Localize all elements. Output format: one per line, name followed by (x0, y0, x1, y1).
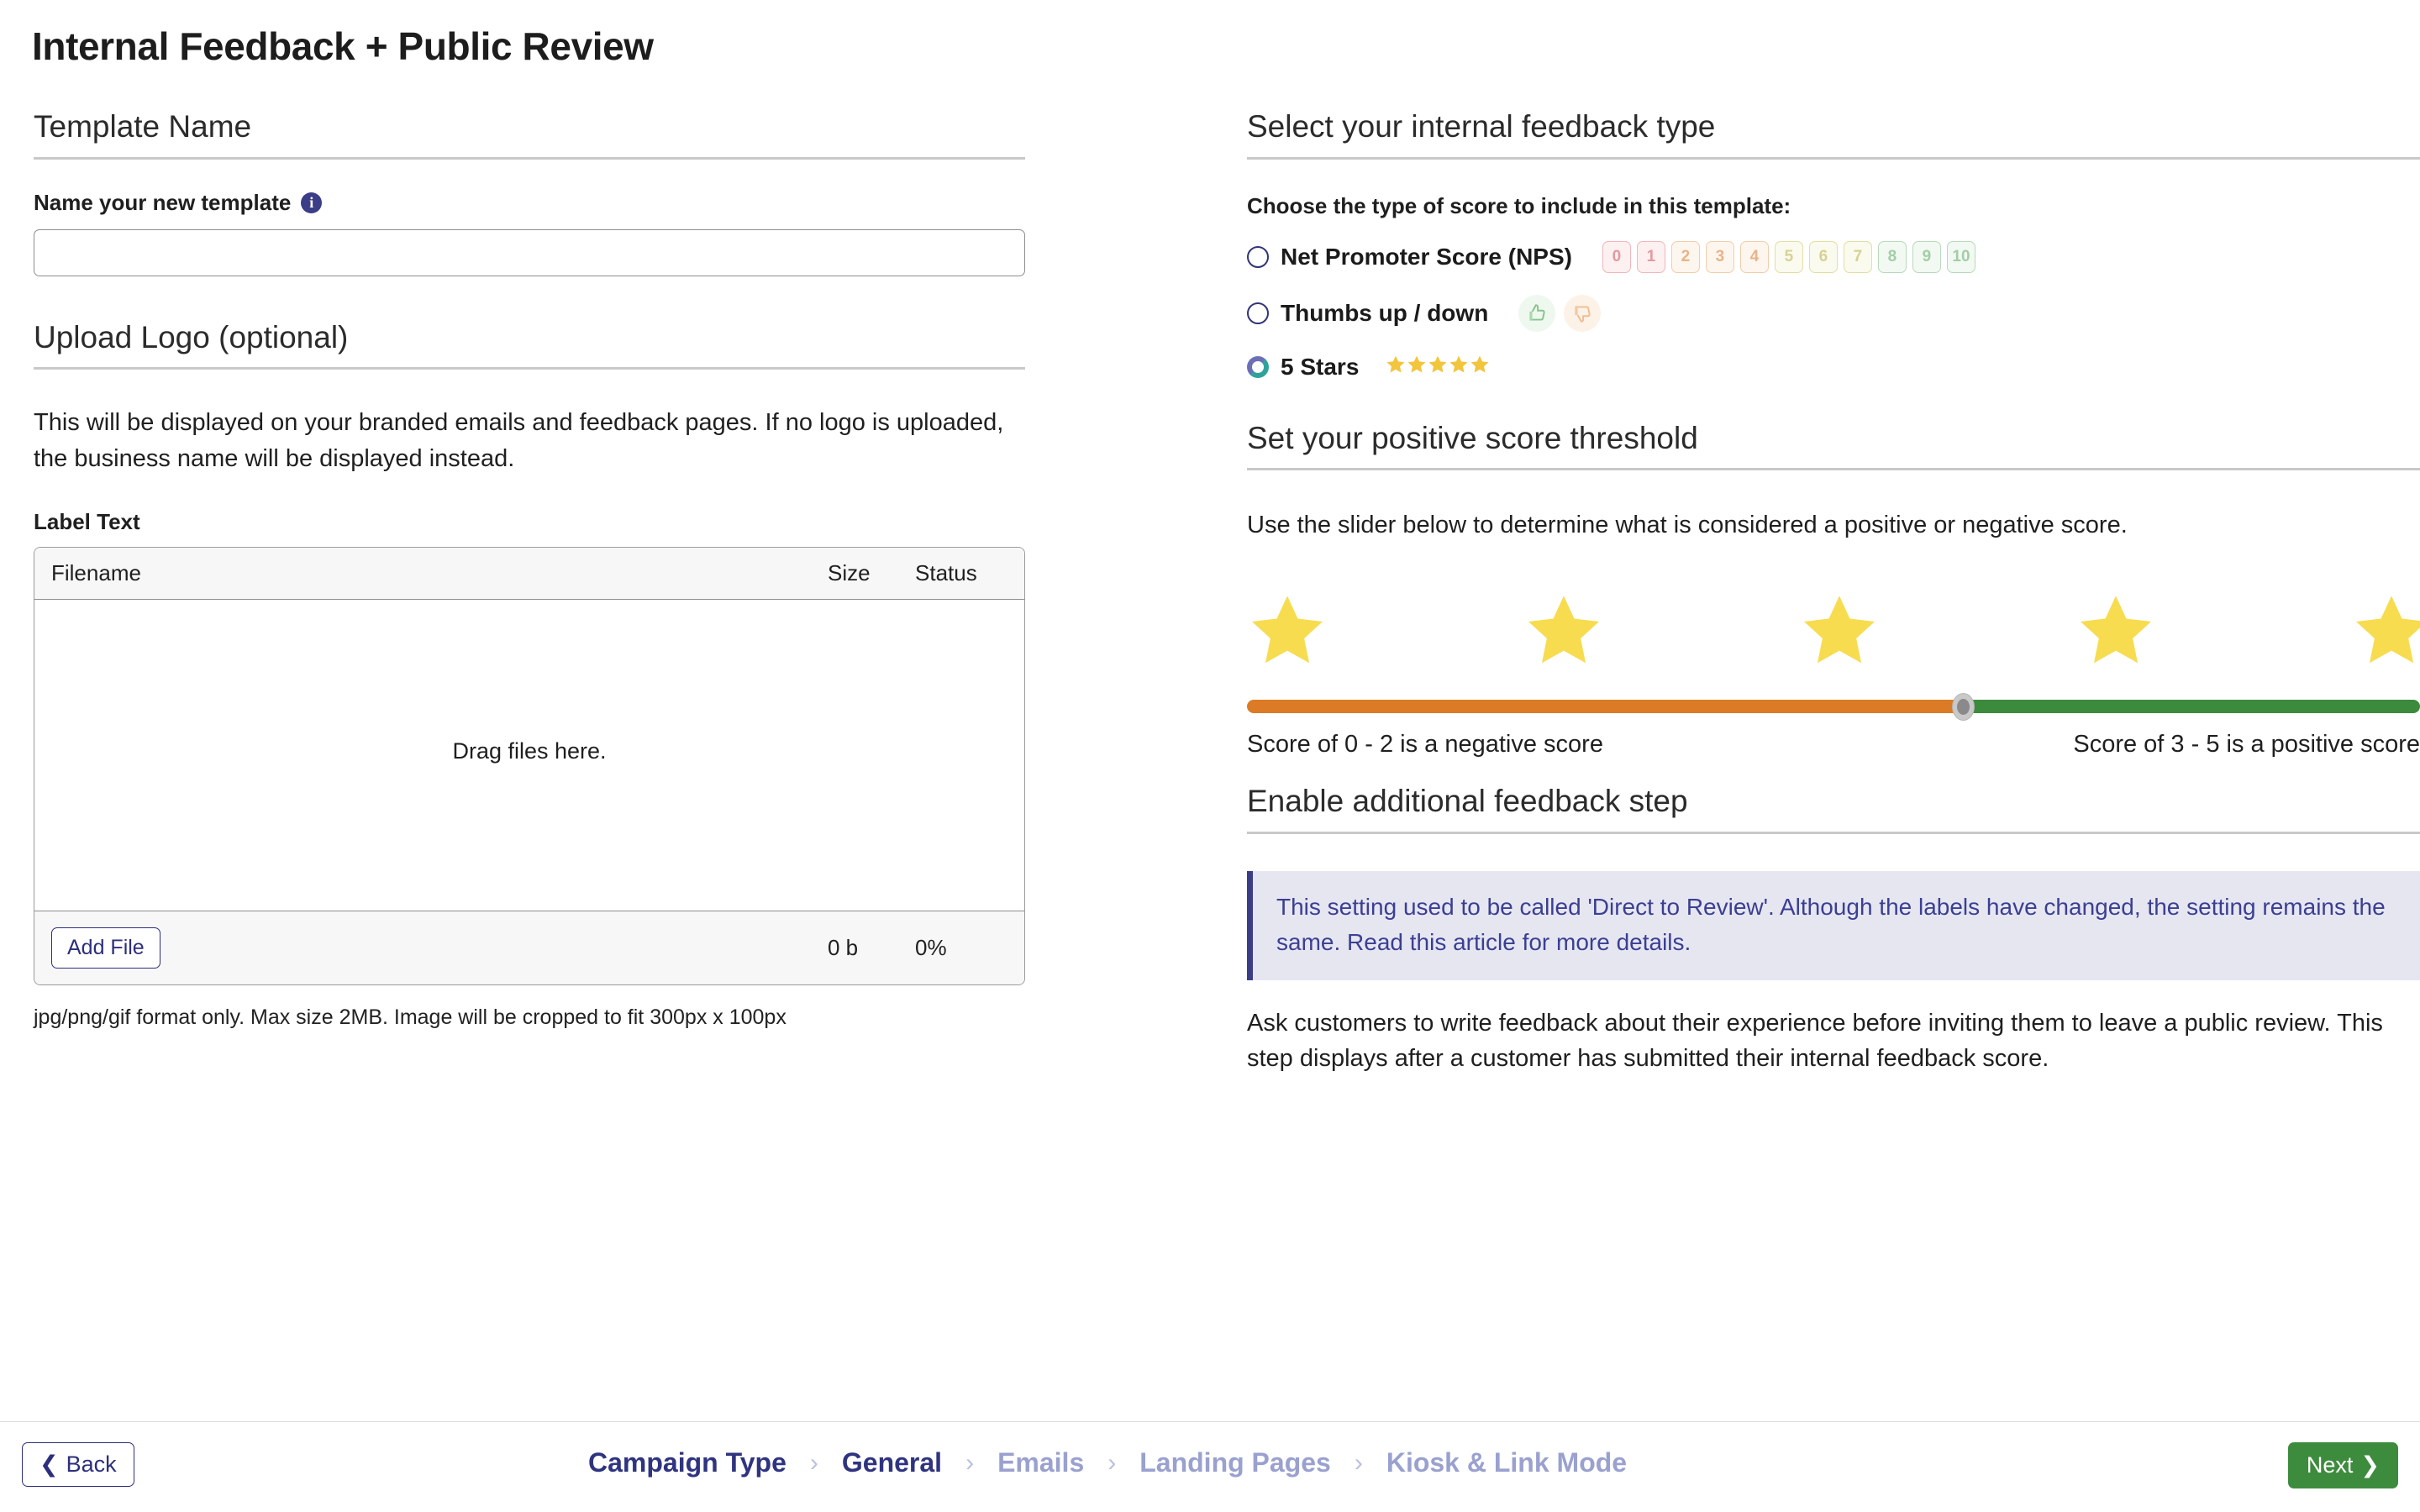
file-uploader[interactable]: Filename Size Status Drag files here. Ad… (34, 546, 1025, 985)
next-button[interactable]: Next ❯ (2287, 1442, 2398, 1488)
upload-logo-description: This will be displayed on your branded e… (34, 409, 1004, 472)
breadcrumb-item[interactable]: Emails (997, 1447, 1084, 1478)
nps-preview: 0 1 2 3 4 5 6 7 8 9 10 (1602, 240, 1975, 273)
star-icon (2075, 591, 2156, 675)
feedback-type-prompt: Choose the type of score to include in t… (1247, 193, 2420, 219)
star-icon (1386, 354, 1406, 379)
threshold-slider[interactable] (1247, 693, 2420, 721)
nps-chip: 2 (1670, 240, 1700, 273)
feedback-option-stars[interactable]: 5 Stars (1247, 354, 2420, 381)
threshold-heading: Set your positive score threshold (1247, 421, 2420, 471)
column-header-size: Size (828, 559, 871, 585)
star-icon (1799, 591, 1880, 675)
upload-logo-heading: Upload Logo (optional) (34, 320, 1025, 370)
uploader-total-size: 0 b (828, 934, 859, 960)
uploader-footer: Add File 0 b 0% (34, 910, 1024, 984)
radio-nps[interactable] (1247, 245, 1269, 268)
template-name-label-text: Name your new template (34, 189, 292, 215)
info-callout: This setting used to be called 'Direct t… (1247, 870, 2420, 980)
file-drop-zone[interactable]: Drag files here. (34, 599, 1024, 911)
uploader-total-progress: 0% (915, 934, 947, 960)
add-file-button[interactable]: Add File (51, 927, 160, 969)
chevron-left-icon: ❮ (39, 1452, 59, 1477)
thumbs-up-icon (1518, 294, 1556, 332)
label-text-label: Label Text (34, 509, 1025, 535)
breadcrumb-item[interactable]: General (842, 1447, 942, 1478)
back-button[interactable]: ❮ Back (22, 1442, 134, 1487)
breadcrumb-separator: › (809, 1448, 818, 1477)
nps-chip: 6 (1808, 240, 1838, 273)
column-header-filename: Filename (51, 559, 141, 585)
drop-zone-hint: Drag files here. (452, 738, 607, 764)
slider-handle[interactable] (1951, 693, 1975, 721)
breadcrumb: Campaign Type › General › Emails › Landing Pag… (588, 1447, 1627, 1478)
template-name-heading: Template Name (34, 109, 1025, 160)
label-text-label-text: Label Text (34, 508, 140, 534)
slider-negative-fill (1247, 700, 1963, 713)
feedback-option-stars-label: 5 Stars (1281, 353, 1360, 380)
info-icon[interactable]: i (301, 192, 323, 213)
nps-chip: 3 (1705, 240, 1734, 273)
breadcrumb-item[interactable]: Landing Pages (1139, 1447, 1331, 1478)
breadcrumb-separator: › (1354, 1448, 1363, 1477)
nps-chip: 4 (1739, 240, 1769, 273)
threshold-description: Use the slider below to determine what i… (1247, 512, 2128, 539)
star-icon (1470, 354, 1490, 379)
star-icon (1247, 591, 1328, 675)
slider-track[interactable] (1247, 700, 2420, 713)
slider-positive-fill (1962, 700, 2420, 713)
breadcrumb-item[interactable]: Kiosk & Link Mode (1386, 1447, 1627, 1478)
feedback-option-thumbs[interactable]: Thumbs up / down (1247, 294, 2420, 332)
feedback-type-heading: Select your internal feedback type (1247, 109, 2420, 160)
slider-negative-label: Score of 0 - 2 is a negative score (1247, 731, 1603, 758)
left-column: Template Name Name your new template i U… (34, 109, 1025, 1030)
star-icon (1449, 354, 1469, 379)
page-title: Internal Feedback + Public Review (32, 24, 654, 68)
threshold-star-scale (1247, 591, 2420, 675)
nps-chip: 10 (1946, 240, 1975, 273)
format-note: jpg/png/gif format only. Max size 2MB. I… (34, 1005, 786, 1029)
feedback-type-prompt-text: Choose the type of score to include in t… (1247, 192, 1791, 218)
nps-chip: 7 (1843, 240, 1872, 273)
star-icon (1428, 354, 1448, 379)
thumbs-down-icon (1564, 294, 1602, 332)
uploader-header: Filename Size Status (34, 547, 1024, 600)
chevron-right-icon: ❯ (2360, 1452, 2380, 1478)
nps-chip: 5 (1774, 240, 1803, 273)
right-column: Select your internal feedback type Choos… (1247, 109, 2420, 1077)
thumbs-preview (1518, 294, 1602, 332)
star-icon (1523, 591, 1604, 675)
star-icon (2351, 591, 2420, 675)
radio-five-stars[interactable] (1247, 355, 1269, 378)
additional-step-heading: Enable additional feedback step (1247, 784, 2420, 834)
slider-positive-label: Score of 3 - 5 is a positive score (2073, 731, 2420, 758)
radio-thumbs[interactable] (1247, 302, 1269, 324)
feedback-option-nps-label: Net Promoter Score (NPS) (1281, 243, 1572, 270)
column-header-status: Status (915, 559, 977, 585)
back-button-label: Back (66, 1452, 117, 1477)
breadcrumb-separator: › (1107, 1448, 1117, 1477)
mini-stars-preview (1386, 354, 1490, 379)
slider-legend: Score of 0 - 2 is a negative score Score… (1247, 731, 2420, 759)
additional-step-description: Ask customers to write feedback about th… (1247, 1009, 2383, 1073)
template-name-label: Name your new template i (34, 190, 1025, 216)
next-button-label: Next (2306, 1452, 2354, 1478)
breadcrumb-separator: › (965, 1448, 975, 1477)
nps-chip: 8 (1877, 240, 1907, 273)
feedback-option-thumbs-label: Thumbs up / down (1281, 299, 1489, 326)
nps-chip: 9 (1912, 240, 1941, 273)
feedback-option-nps[interactable]: Net Promoter Score (NPS) 0 1 2 3 4 5 6 7 8 9 10 (1247, 240, 2420, 273)
page-root: Internal Feedback + Public Review Templa… (0, 0, 2420, 1512)
nps-chip: 1 (1636, 240, 1665, 273)
wizard-footer: ❮ Back Campaign Type › General › Emails › Land… (0, 1421, 2420, 1512)
nps-chip: 0 (1602, 240, 1631, 273)
breadcrumb-item[interactable]: Campaign Type (588, 1447, 786, 1478)
template-name-input[interactable] (34, 228, 1025, 276)
star-icon (1407, 354, 1427, 379)
